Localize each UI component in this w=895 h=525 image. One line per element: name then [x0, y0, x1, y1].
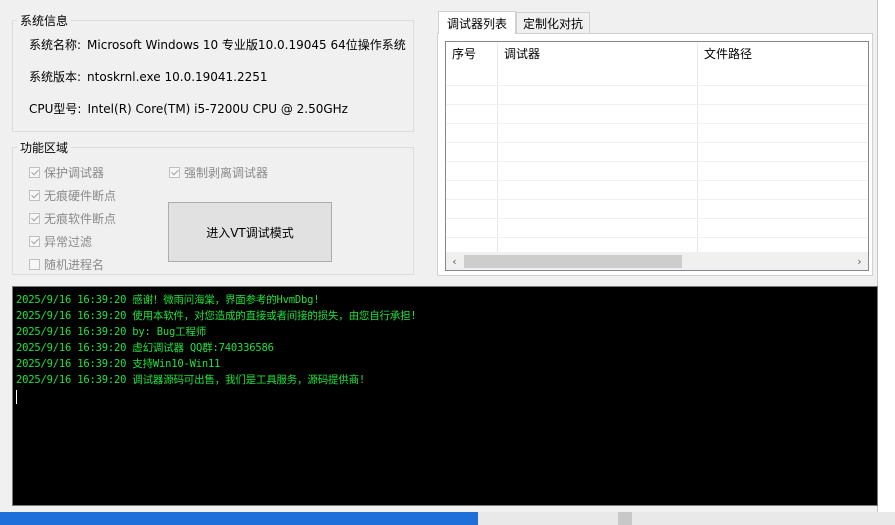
- cpu-value: Intel(R) Core(TM) i5-7200U CPU @ 2.50GHz: [87, 102, 348, 116]
- main-window: 系统信息 系统名称: Microsoft Windows 10 专业版10.0.1…: [0, 0, 878, 512]
- tab-custom-countermeasure[interactable]: 定制化对抗: [516, 12, 590, 33]
- row-gridline: [446, 142, 868, 143]
- log-line: 2025/9/16 16:39:20 by: Bug工程师: [16, 326, 207, 338]
- row-gridline: [446, 104, 868, 105]
- checkbox-box[interactable]: [29, 213, 40, 224]
- scroll-right-icon[interactable]: ›: [851, 253, 868, 270]
- os-version-value: ntoskrnl.exe 10.0.19041.2251: [87, 70, 268, 84]
- checkbox-sw-breakpoint[interactable]: 无痕软件断点: [29, 210, 116, 227]
- checkbox-label: 无痕硬件断点: [44, 189, 117, 203]
- log-line: 2025/9/16 16:39:20 调试器源码可出售，我们是工具服务，源码提供…: [16, 374, 366, 386]
- enter-vt-mode-button[interactable]: 进入VT调试模式: [168, 202, 332, 262]
- row-gridline: [446, 180, 868, 181]
- os-name-label: 系统名称:: [29, 38, 82, 52]
- os-version-row: 系统版本: ntoskrnl.exe 10.0.19041.2251: [29, 68, 268, 85]
- checkbox-box[interactable]: [29, 259, 40, 270]
- os-name-row: 系统名称: Microsoft Windows 10 专业版10.0.19045 …: [29, 36, 406, 53]
- os-name-value: Microsoft Windows 10 专业版10.0.19045 64位操作…: [87, 38, 406, 52]
- log-line: 2025/9/16 16:39:20 虚幻调试器 QQ群:740336586: [16, 342, 274, 354]
- column-divider: [697, 42, 698, 254]
- background-window-edge: [478, 512, 895, 525]
- text-cursor: [16, 390, 17, 404]
- row-gridline: [446, 85, 868, 86]
- column-file-path[interactable]: 文件路径: [698, 42, 868, 66]
- tab-debugger-list[interactable]: 调试器列表: [438, 11, 516, 34]
- checkbox-protect-debugger[interactable]: 保护调试器: [29, 164, 104, 181]
- checkbox-exception-filter[interactable]: 异常过滤: [29, 233, 92, 250]
- checkbox-box[interactable]: [29, 190, 40, 201]
- checkbox-label: 异常过滤: [44, 235, 93, 249]
- horizontal-scrollbar[interactable]: ‹ ›: [446, 252, 868, 270]
- os-version-label: 系统版本:: [29, 70, 82, 84]
- row-gridline: [446, 123, 868, 124]
- scroll-left-icon[interactable]: ‹: [446, 253, 463, 270]
- cpu-label: CPU型号:: [29, 102, 82, 116]
- scrollbar-thumb[interactable]: [464, 255, 682, 268]
- checkbox-box[interactable]: [169, 167, 180, 178]
- debugger-list-panel: 序号 调试器 文件路径 ‹ ›: [437, 33, 873, 276]
- features-legend: 功能区域: [20, 141, 69, 155]
- listview-header: 序号 调试器 文件路径: [446, 42, 868, 66]
- checkbox-box[interactable]: [29, 236, 40, 247]
- system-info-legend: 系统信息: [20, 14, 69, 28]
- row-gridline: [446, 199, 868, 200]
- column-debugger[interactable]: 调试器: [498, 42, 698, 66]
- background-scrollbar: [618, 512, 632, 525]
- checkbox-label: 保护调试器: [44, 166, 105, 180]
- column-divider: [497, 42, 498, 254]
- column-index[interactable]: 序号: [446, 42, 498, 66]
- checkbox-box[interactable]: [29, 167, 40, 178]
- cpu-row: CPU型号: Intel(R) Core(TM) i5-7200U CPU @ 2…: [29, 100, 348, 117]
- row-gridline: [446, 161, 868, 162]
- row-gridline: [446, 237, 868, 238]
- row-gridline: [446, 218, 868, 219]
- checkbox-hw-breakpoint[interactable]: 无痕硬件断点: [29, 187, 116, 204]
- desktop-background-right: [875, 0, 895, 525]
- checkbox-random-process-name[interactable]: 随机进程名: [29, 256, 104, 273]
- log-console[interactable]: 2025/9/16 16:39:20 感谢！微雨问海棠，界面参考的HvmDbg!…: [12, 286, 878, 506]
- log-line: 2025/9/16 16:39:20 支持Win10-Win11: [16, 358, 221, 370]
- log-line: 2025/9/16 16:39:20 使用本软件，对您造成的直接或者间接的损失，…: [16, 310, 417, 322]
- checkbox-label: 无痕软件断点: [44, 212, 117, 226]
- log-line: 2025/9/16 16:39:20 感谢！微雨问海棠，界面参考的HvmDbg!: [16, 294, 320, 306]
- checkbox-force-detach[interactable]: 强制剥离调试器: [169, 164, 268, 181]
- checkbox-label: 随机进程名: [44, 258, 105, 272]
- debugger-listview[interactable]: 序号 调试器 文件路径 ‹ ›: [445, 41, 869, 271]
- checkbox-label: 强制剥离调试器: [184, 166, 269, 180]
